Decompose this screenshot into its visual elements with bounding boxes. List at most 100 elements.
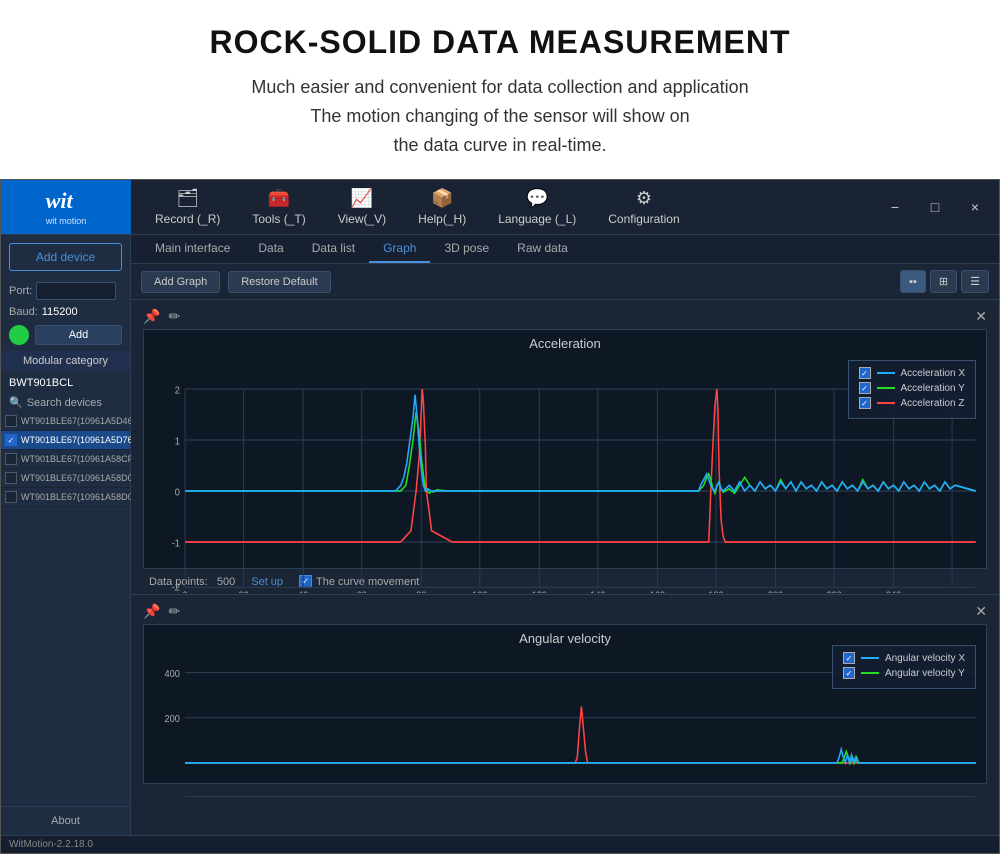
legend-item-y: Acceleration Y (859, 382, 965, 394)
search-icon: 🔍 (9, 396, 23, 409)
add-graph-button[interactable]: Add Graph (141, 271, 220, 293)
legend-checkbox-z[interactable] (859, 397, 871, 409)
tab-graph[interactable]: Graph (369, 235, 430, 263)
view-list-button[interactable]: ☰ (961, 270, 989, 293)
angular-legend: Angular velocity X Angular velocity Y (832, 645, 976, 689)
graph-toolbar: Add Graph Restore Default ▪▪ ⊞ ☰ (131, 264, 999, 300)
angular-label-x: Angular velocity X (885, 653, 965, 664)
device-checkbox-5[interactable] (5, 491, 17, 503)
legend-color-z (877, 402, 895, 404)
window-controls: − □ × (875, 180, 999, 234)
tab-data[interactable]: Data (244, 235, 297, 263)
view-button[interactable]: 📈 View(_V) (324, 182, 400, 232)
device-item-5[interactable]: WT901BLE67(10961A58D034) (1, 488, 130, 507)
nav-tabs: Main interface Data Data list Graph 3D p… (131, 235, 999, 264)
svg-text:0: 0 (175, 488, 181, 500)
device-checkbox-4[interactable] (5, 472, 17, 484)
restore-default-button[interactable]: Restore Default (228, 271, 330, 293)
logo-area: wit wit motion (1, 180, 131, 234)
device-checkbox-2[interactable] (5, 434, 17, 446)
record-button[interactable]: 🗂 Record (_R) (141, 182, 234, 232)
acceleration-legend: Acceleration X Acceleration Y Accelerati… (848, 360, 976, 419)
angular-color-x (861, 657, 879, 659)
tab-3d-pose[interactable]: 3D pose (430, 235, 503, 263)
acceleration-chart-area: Acceleration (143, 329, 987, 569)
tab-data-list[interactable]: Data list (298, 235, 369, 263)
version-bar: WitMotion-2.2.18.0 (1, 835, 999, 853)
config-icon: ⚙ (636, 188, 652, 209)
baud-row: Baud: 115200 (1, 303, 130, 321)
view-single-button[interactable]: ▪▪ (900, 270, 926, 293)
pin-icon-2: 📌 (143, 603, 160, 620)
sidebar: Add device Port: Baud: 115200 Add Modula… (1, 235, 131, 835)
toolbar: 🗂 Record (_R) 🧰 Tools (_T) 📈 View(_V) 📦 … (131, 180, 875, 234)
device-checkbox-1[interactable] (5, 415, 17, 427)
device-item-3[interactable]: WT901BLE67(10961A58CFF1) (1, 450, 130, 469)
legend-label-x: Acceleration X (901, 368, 965, 379)
legend-color-y (877, 387, 895, 389)
device-item-1[interactable]: WT901BLE67(10961A5D4648) (1, 412, 130, 431)
svg-text:80: 80 (416, 591, 427, 594)
legend-checkbox-x[interactable] (859, 367, 871, 379)
add-row: Add (1, 321, 130, 349)
svg-text:0: 0 (183, 591, 189, 594)
device-checkbox-3[interactable] (5, 453, 17, 465)
baud-label: Baud: (9, 306, 38, 318)
graph-toolbar-right: ▪▪ ⊞ ☰ (900, 270, 989, 293)
edit-icon-2: ✏ (168, 603, 180, 620)
svg-text:2: 2 (175, 386, 180, 398)
acceleration-panel: 📌 ✏ ✕ Acceleration (131, 300, 999, 595)
add-button[interactable]: Add (35, 325, 122, 345)
graph-close-button[interactable]: ✕ (975, 308, 987, 325)
svg-text:160: 160 (650, 591, 666, 594)
connection-status-dot (9, 325, 29, 345)
port-row: Port: (1, 279, 130, 303)
legend-item-z: Acceleration Z (859, 397, 965, 409)
device-item-2[interactable]: WT901BLE67(10961A5D76D3) (1, 431, 130, 450)
svg-text:200: 200 (165, 714, 181, 726)
help-button[interactable]: 📦 Help(_H) (404, 182, 480, 232)
svg-text:20: 20 (238, 591, 249, 594)
angular-checkbox-y[interactable] (843, 667, 855, 679)
angular-color-y (861, 672, 879, 674)
title-bar: wit wit motion 🗂 Record (_R) 🧰 Tools (_T… (1, 180, 999, 235)
config-button[interactable]: ⚙ Configuration (594, 182, 693, 232)
angular-legend-x: Angular velocity X (843, 652, 965, 664)
angular-close-button[interactable]: ✕ (975, 603, 987, 620)
tab-main-interface[interactable]: Main interface (141, 235, 244, 263)
device-name: BWT901BCL (1, 373, 130, 393)
svg-text:240: 240 (886, 591, 902, 594)
angular-legend-y: Angular velocity Y (843, 667, 965, 679)
port-input[interactable] (36, 282, 116, 300)
minimize-button[interactable]: − (875, 187, 915, 227)
logo-text: wit (46, 188, 87, 214)
device-item-4[interactable]: WT901BLE67(10961A58D089) (1, 469, 130, 488)
about-button[interactable]: About (1, 806, 130, 835)
baud-value: 115200 (42, 306, 78, 318)
graph-header-icons: 📌 ✏ (143, 308, 180, 325)
svg-text:100: 100 (472, 591, 488, 594)
svg-text:120: 120 (532, 591, 548, 594)
maximize-button[interactable]: □ (915, 187, 955, 227)
angular-checkbox-x[interactable] (843, 652, 855, 664)
svg-text:200: 200 (768, 591, 784, 594)
svg-text:400: 400 (165, 669, 181, 681)
port-label: Port: (9, 285, 32, 297)
close-button[interactable]: × (955, 187, 995, 227)
subtitle: Much easier and convenient for data coll… (40, 73, 960, 159)
svg-text:180: 180 (708, 591, 724, 594)
svg-text:40: 40 (298, 591, 309, 594)
angular-velocity-panel: 📌 ✏ ✕ Angular velocity 400 (131, 595, 999, 835)
pin-icon: 📌 (143, 308, 160, 325)
view-grid-button[interactable]: ⊞ (930, 270, 957, 293)
language-icon: 💬 (526, 188, 548, 209)
add-device-button[interactable]: Add device (9, 243, 122, 271)
tools-button[interactable]: 🧰 Tools (_T) (238, 182, 319, 232)
tab-raw-data[interactable]: Raw data (503, 235, 582, 263)
right-content: Main interface Data Data list Graph 3D p… (131, 235, 999, 835)
logo-sub: wit motion (46, 216, 87, 226)
legend-checkbox-y[interactable] (859, 382, 871, 394)
language-button[interactable]: 💬 Language (_L) (484, 182, 590, 232)
legend-item-x: Acceleration X (859, 367, 965, 379)
angular-label-y: Angular velocity Y (885, 668, 965, 679)
